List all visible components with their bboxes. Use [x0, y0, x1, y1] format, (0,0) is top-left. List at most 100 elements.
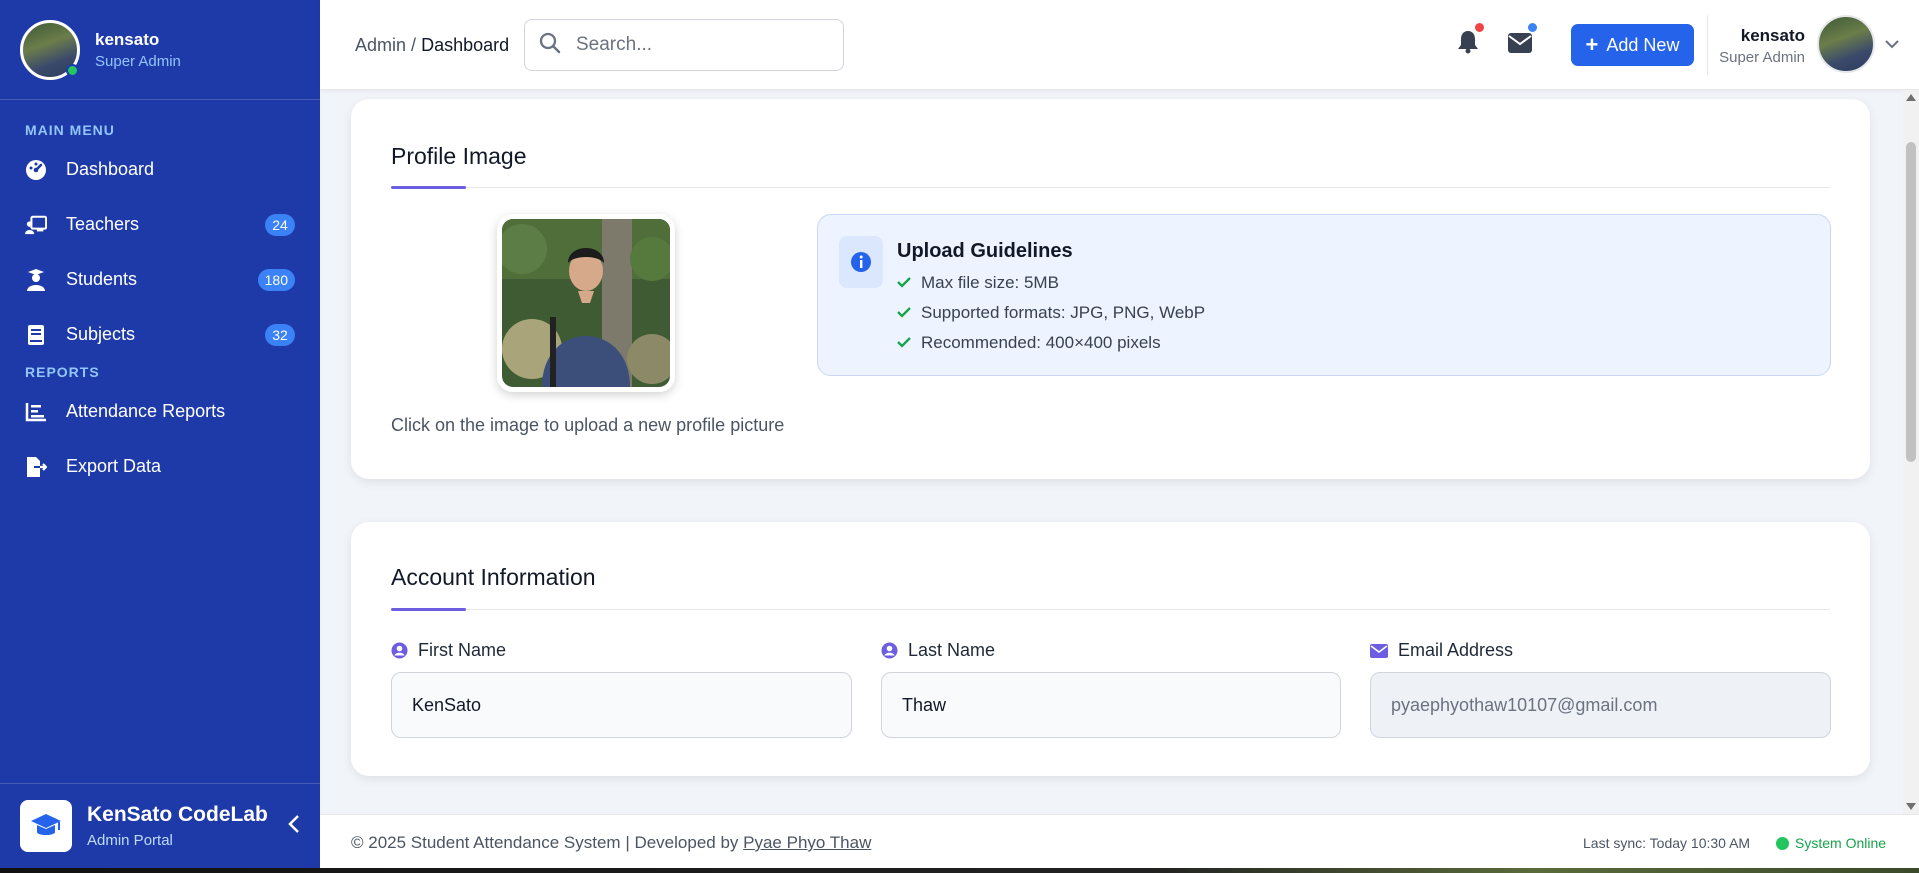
- header-user-info[interactable]: kensato Super Admin: [1719, 26, 1805, 66]
- scrollbar-thumb[interactable]: [1906, 142, 1916, 462]
- envelope-icon[interactable]: [1508, 23, 1537, 58]
- check-icon: [897, 333, 911, 353]
- guideline-item: Recommended: 400×400 pixels: [897, 333, 1161, 353]
- status-dot: [1776, 836, 1789, 850]
- developer-link[interactable]: Pyae Phyo Thaw: [743, 833, 871, 852]
- search-box[interactable]: [524, 19, 844, 71]
- section-divider: [391, 186, 1830, 189]
- add-new-label: Add New: [1606, 34, 1680, 55]
- first-name-field[interactable]: [391, 672, 852, 738]
- sidebar-user-name: kensato: [95, 29, 160, 49]
- upload-hint: Click on the image to upload a new profi…: [391, 415, 785, 435]
- chalkboard-teacher-icon: [25, 214, 47, 236]
- brand-subtitle: Admin Portal: [87, 832, 173, 849]
- avatar[interactable]: [1817, 15, 1875, 73]
- plus-icon: +: [1585, 32, 1599, 57]
- notification-bell-icon[interactable]: [1457, 23, 1484, 59]
- envelope-icon: [1370, 643, 1388, 658]
- last-sync: Last sync: Today 10:30 AM: [1583, 835, 1751, 851]
- sidebar-item-label: Export Data: [66, 456, 162, 476]
- copyright: © 2025 Student Attendance System | Devel…: [351, 833, 871, 853]
- system-status: System Online: [1776, 835, 1886, 851]
- sidebar-item-teachers[interactable]: Teachers 24: [0, 197, 320, 252]
- sidebar-item-label: Students: [66, 269, 138, 289]
- sidebar-item-dashboard[interactable]: Dashboard: [0, 142, 320, 197]
- section-title: Profile Image: [391, 143, 527, 169]
- breadcrumb-current: Dashboard: [421, 35, 510, 55]
- book-icon: [25, 324, 47, 346]
- message-dot: [1528, 23, 1537, 32]
- sidebar-item-label: Teachers: [66, 214, 140, 234]
- count-badge: 24: [265, 213, 295, 236]
- sidebar-item-label: Attendance Reports: [66, 401, 226, 421]
- profile-photo: [502, 219, 670, 387]
- scroll-up-arrow-icon[interactable]: [1906, 94, 1916, 101]
- profile-image-card: Profile Image Click on the image to uplo…: [351, 99, 1870, 479]
- title-underline: [391, 608, 466, 611]
- guideline-item: Supported formats: JPG, PNG, WebP: [897, 303, 1205, 323]
- sidebar-item-subjects[interactable]: Subjects 32: [0, 307, 320, 362]
- chevron-down-icon[interactable]: [1885, 36, 1899, 54]
- sidebar-item-export-data[interactable]: Export Data: [0, 439, 320, 494]
- top-header: Admin / Dashboard + Add New kensato Supe…: [320, 0, 1919, 90]
- online-status-dot: [66, 63, 79, 77]
- account-information-card: Account Information First Name Last Name…: [351, 522, 1870, 776]
- guideline-item: Max file size: 5MB: [897, 273, 1059, 293]
- field-label-text: Email Address: [1398, 640, 1514, 660]
- count-badge: 32: [265, 323, 295, 346]
- section-title: Account Information: [391, 564, 596, 590]
- title-underline: [391, 186, 466, 189]
- info-circle-icon: [839, 236, 883, 288]
- last-name-label: Last Name: [881, 640, 995, 661]
- breadcrumb: Admin / Dashboard: [355, 35, 509, 56]
- guidelines-title: Upload Guidelines: [897, 240, 1073, 262]
- header-user-name: kensato: [1740, 26, 1805, 45]
- search-input[interactable]: [576, 34, 826, 56]
- desktop-strip: [0, 868, 1919, 873]
- sidebar-profile[interactable]: kensato Super Admin: [0, 0, 320, 100]
- scroll-down-arrow-icon[interactable]: [1906, 803, 1916, 810]
- user-circle-icon: [881, 642, 898, 659]
- count-badge: 180: [257, 268, 295, 291]
- guideline-text: Supported formats: JPG, PNG, WebP: [921, 303, 1206, 322]
- breadcrumb-separator: /: [411, 35, 417, 55]
- field-label-text: First Name: [418, 640, 507, 660]
- sidebar: kensato Super Admin MAIN MENU Dashboard …: [0, 0, 320, 868]
- header-user-role: Super Admin: [1719, 49, 1805, 66]
- sidebar-item-attendance-reports[interactable]: Attendance Reports: [0, 384, 320, 439]
- status-text: System Online: [1795, 835, 1887, 851]
- sidebar-brand: KenSato CodeLab Admin Portal: [0, 783, 320, 868]
- gauge-icon: [25, 159, 47, 181]
- brand-name: KenSato CodeLab: [87, 803, 268, 826]
- user-circle-icon: [391, 642, 408, 659]
- check-icon: [897, 273, 911, 293]
- graduation-cap-icon: [20, 800, 72, 852]
- collapse-sidebar-chevron-left-icon[interactable]: [288, 814, 300, 839]
- avatar[interactable]: [20, 19, 80, 80]
- breadcrumb-parent[interactable]: Admin: [355, 35, 406, 55]
- profile-picture-upload[interactable]: [497, 214, 675, 392]
- section-divider: [391, 608, 1830, 611]
- header-divider: [1707, 15, 1708, 75]
- page-footer: © 2025 Student Attendance System | Devel…: [320, 814, 1919, 868]
- email-field: [1370, 672, 1831, 738]
- file-export-icon: [25, 456, 47, 478]
- first-name-label: First Name: [391, 640, 506, 661]
- copyright-text: © 2025 Student Attendance System | Devel…: [351, 833, 744, 852]
- sidebar-user-role: Super Admin: [95, 52, 181, 70]
- sidebar-item-label: Subjects: [66, 324, 136, 344]
- add-new-button[interactable]: + Add New: [1571, 24, 1694, 66]
- search-icon: [539, 32, 561, 59]
- sidebar-item-label: Dashboard: [66, 159, 155, 179]
- sidebar-item-students[interactable]: Students 180: [0, 252, 320, 307]
- guideline-text: Max file size: 5MB: [921, 273, 1059, 292]
- upload-guidelines: Upload Guidelines Max file size: 5MB Sup…: [817, 214, 1831, 376]
- section-main-menu: MAIN MENU: [25, 122, 115, 138]
- last-name-field[interactable]: [881, 672, 1341, 738]
- guideline-text: Recommended: 400×400 pixels: [921, 333, 1161, 352]
- vertical-scrollbar[interactable]: [1903, 90, 1919, 814]
- bar-chart-icon: [25, 401, 47, 423]
- section-reports: REPORTS: [25, 364, 100, 380]
- notification-dot: [1475, 23, 1484, 32]
- field-label-text: Last Name: [908, 640, 996, 660]
